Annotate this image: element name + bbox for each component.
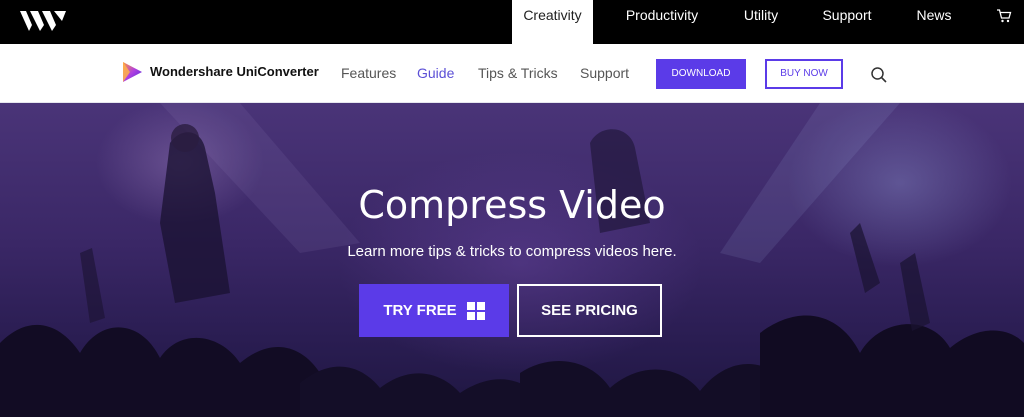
top-nav-productivity[interactable]: Productivity <box>614 0 710 44</box>
concert-background-image <box>0 103 1024 417</box>
nav-link-tips-tricks[interactable]: Tips & Tricks <box>478 65 558 81</box>
nav-link-support[interactable]: Support <box>580 65 629 81</box>
brand-name[interactable]: Wondershare UniConverter <box>150 64 319 79</box>
product-navigation-bar: Wondershare UniConverter Features Guide … <box>0 44 1024 103</box>
shopping-cart-icon[interactable] <box>996 9 1012 23</box>
see-pricing-button[interactable]: SEE PRICING <box>517 284 662 337</box>
nav-link-features[interactable]: Features <box>341 65 396 81</box>
hero-banner: Compress Video Learn more tips & tricks … <box>0 103 1024 417</box>
top-nav-news[interactable]: News <box>910 0 958 44</box>
download-button[interactable]: DOWNLOAD <box>656 59 746 89</box>
nav-link-guide[interactable]: Guide <box>417 65 454 81</box>
top-nav-support[interactable]: Support <box>815 0 879 44</box>
hero-title: Compress Video <box>358 183 666 227</box>
try-free-label: TRY FREE <box>383 302 457 319</box>
top-nav-utility[interactable]: Utility <box>734 0 788 44</box>
top-navigation-bar: Creativity Productivity Utility Support … <box>0 0 1024 44</box>
buy-now-button[interactable]: BUY NOW <box>765 59 843 89</box>
hero-subtitle: Learn more tips & tricks to compress vid… <box>347 243 677 260</box>
uniconverter-logo-icon[interactable] <box>120 60 144 84</box>
search-icon[interactable] <box>870 66 888 84</box>
top-nav-creativity[interactable]: Creativity <box>512 0 593 44</box>
windows-icon <box>466 301 485 320</box>
wondershare-logo-icon[interactable] <box>20 7 70 31</box>
try-free-button[interactable]: TRY FREE <box>359 284 509 337</box>
